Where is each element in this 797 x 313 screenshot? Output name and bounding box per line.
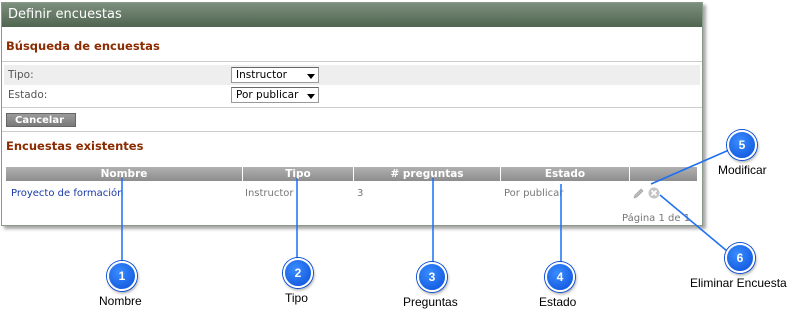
callout-3: 3 <box>417 262 447 292</box>
callout-label-preguntas: Preguntas <box>403 295 458 309</box>
callout-label-modificar: Modificar <box>718 163 767 177</box>
callout-2: 2 <box>283 258 313 288</box>
callout-label-estado: Estado <box>539 295 577 309</box>
callout-5: 5 <box>727 130 757 160</box>
callout-6: 6 <box>725 243 755 273</box>
callout-label-nombre: Nombre <box>99 294 142 308</box>
callout-label-eliminar: Eliminar Encuesta <box>690 276 787 290</box>
callout-label-tipo: Tipo <box>285 291 308 305</box>
callout-1: 1 <box>107 261 137 291</box>
callout-4: 4 <box>545 262 575 292</box>
